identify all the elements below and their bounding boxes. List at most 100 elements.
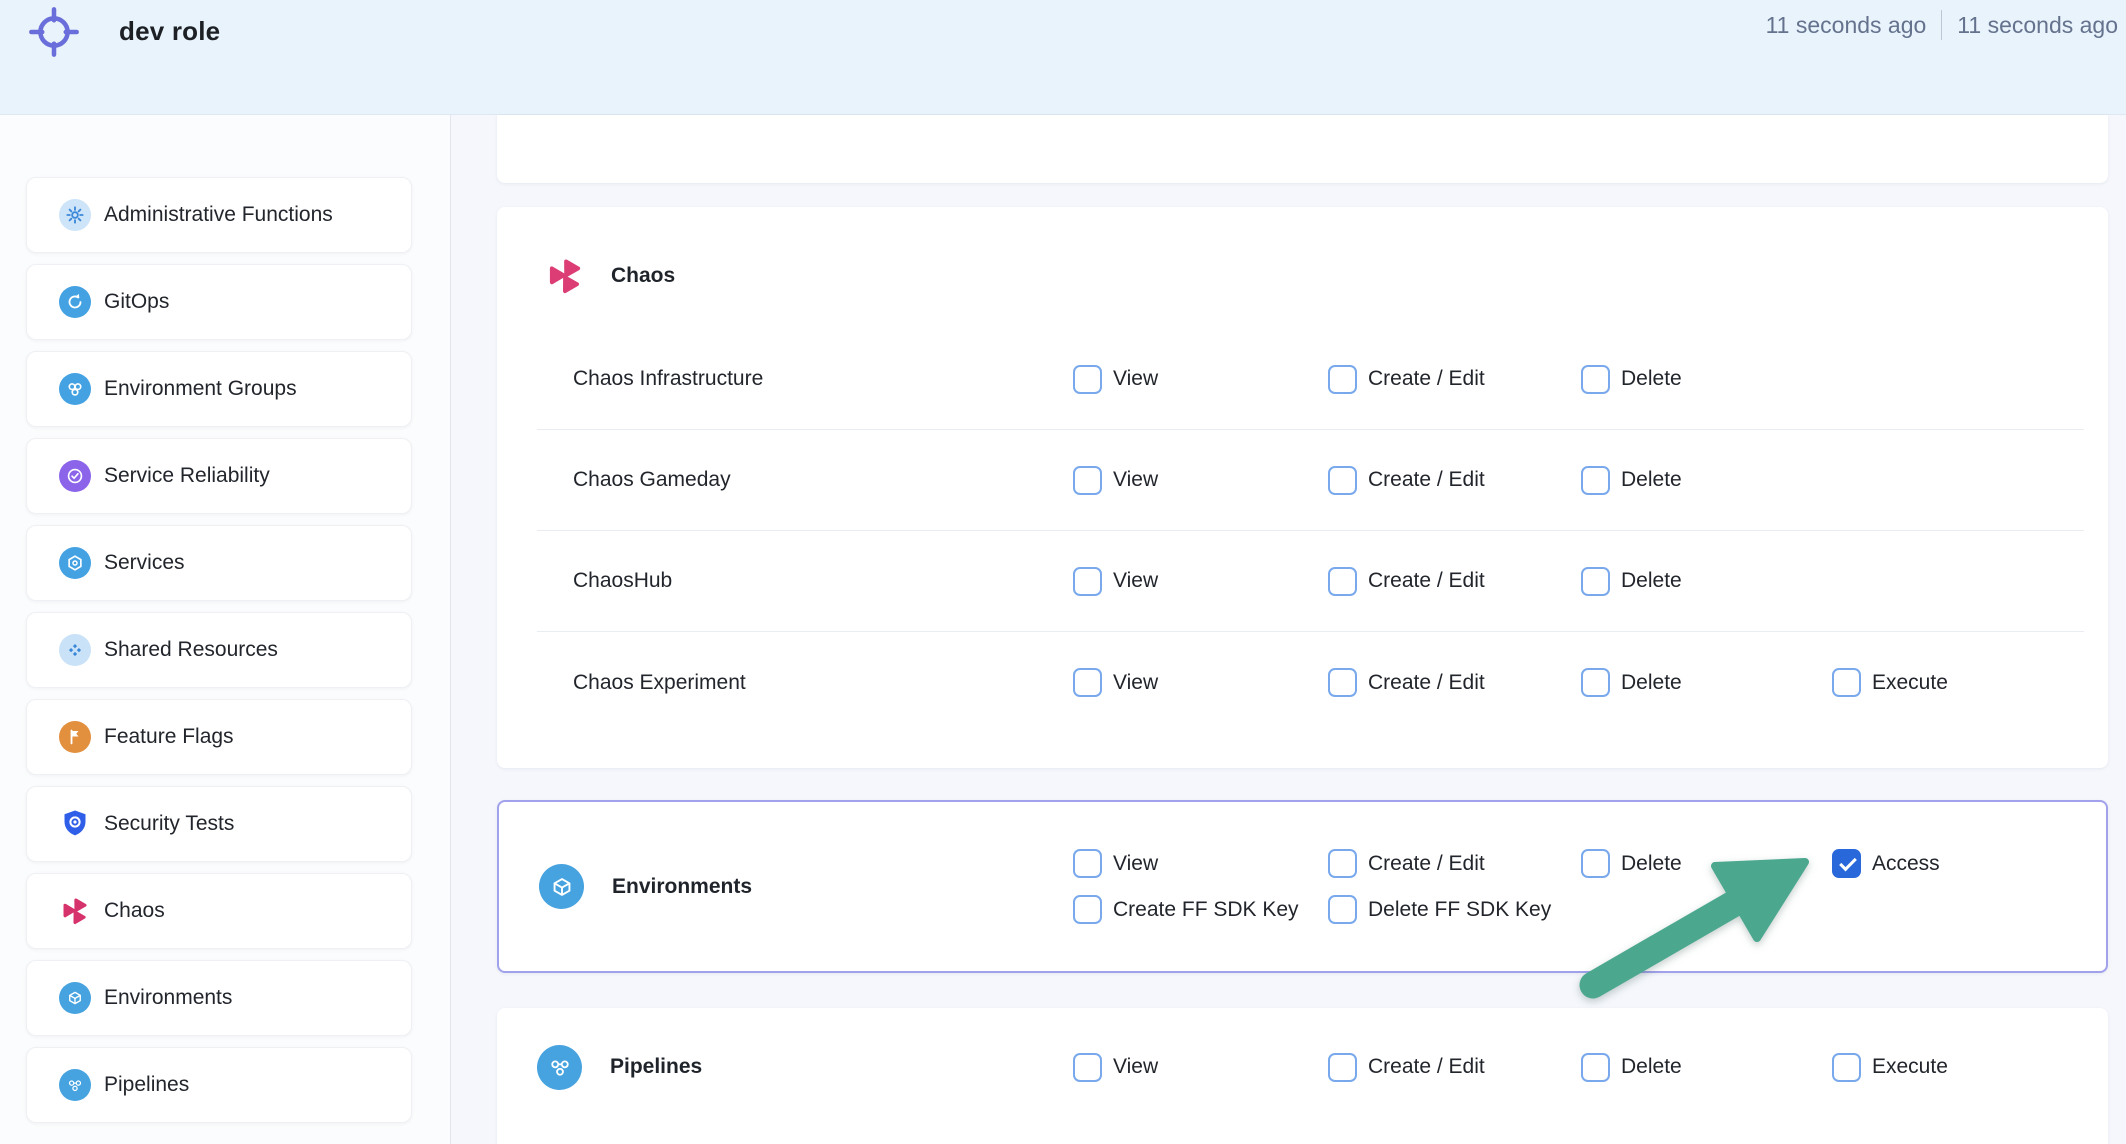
checkbox-icon[interactable] — [1328, 849, 1357, 878]
shared-resources-diamonds-icon — [59, 634, 91, 666]
permission-row-chaos-gameday: Chaos Gameday View Create / Edit Delete — [537, 430, 2084, 531]
environments-cube-icon — [59, 982, 91, 1014]
environments-cube-icon — [539, 864, 584, 909]
checkbox-icon[interactable] — [1581, 466, 1610, 495]
checkbox-icon[interactable] — [1328, 895, 1357, 924]
permission-checkbox-create-ff-sdk-key[interactable]: Create FF SDK Key — [1073, 895, 1328, 924]
updated-timestamp: 11 seconds ago — [1957, 12, 2118, 39]
sidebar-item-environments[interactable]: Environments — [26, 960, 412, 1036]
sidebar-item-label: Environments — [104, 986, 232, 1010]
checkbox-icon[interactable] — [1073, 365, 1102, 394]
permission-checkbox-create-edit[interactable]: Create / Edit — [1328, 466, 1581, 495]
checkbox-icon[interactable] — [1328, 466, 1357, 495]
sidebar-item-label: Administrative Functions — [104, 203, 333, 227]
permission-checkbox-delete[interactable]: Delete — [1581, 567, 1832, 596]
pipelines-chain-icon — [537, 1045, 582, 1090]
sidebar-item-security-tests[interactable]: Security Tests — [26, 786, 412, 862]
checkbox-icon[interactable] — [1581, 849, 1610, 878]
resource-sidebar: Administrative Functions GitOps Environm… — [0, 115, 451, 1144]
chaos-pinwheel-icon — [59, 895, 91, 927]
checkbox-icon[interactable] — [1073, 1053, 1102, 1082]
services-hexagon-icon — [59, 547, 91, 579]
gear-icon — [59, 199, 91, 231]
sidebar-item-feature-flags[interactable]: Feature Flags — [26, 699, 412, 775]
checkbox-icon[interactable] — [1832, 668, 1861, 697]
permission-checkbox-execute[interactable]: Execute — [1832, 1053, 2108, 1082]
permission-checkbox-execute[interactable]: Execute — [1832, 668, 2084, 697]
environment-groups-icon — [59, 373, 91, 405]
chaos-permission-rows: Chaos Infrastructure View Create / Edit … — [537, 329, 2084, 733]
pipelines-permissions: View Create / Edit Delete Execute — [1073, 1053, 2108, 1082]
permission-checkbox-view[interactable]: View — [1073, 567, 1328, 596]
content-area: Administrative Functions GitOps Environm… — [0, 115, 2126, 1144]
row-label: ChaosHub — [537, 569, 1073, 593]
permission-checkbox-create-edit[interactable]: Create / Edit — [1328, 849, 1581, 878]
sidebar-item-chaos[interactable]: Chaos — [26, 873, 412, 949]
checkbox-icon[interactable] — [1832, 1053, 1861, 1082]
checkbox-icon[interactable] — [1073, 668, 1102, 697]
security-shield-icon — [59, 808, 91, 840]
row-label: Chaos Infrastructure — [537, 367, 1073, 391]
checkbox-icon[interactable] — [1581, 567, 1610, 596]
permission-checkbox-view[interactable]: View — [1073, 849, 1328, 878]
permission-card-pipelines: Pipelines View Create / Edit Delete Exec… — [497, 1008, 2108, 1144]
permission-checkbox-view[interactable]: View — [1073, 1053, 1328, 1082]
sidebar-item-environment-groups[interactable]: Environment Groups — [26, 351, 412, 427]
sidebar-item-label: Security Tests — [104, 812, 234, 836]
chaos-pinwheel-icon — [544, 255, 586, 297]
role-permissions-page: dev role 11 seconds ago 11 seconds ago A… — [0, 0, 2126, 1144]
sidebar-item-service-reliability[interactable]: Service Reliability — [26, 438, 412, 514]
checkbox-icon[interactable] — [1328, 365, 1357, 394]
checkbox-icon[interactable] — [1328, 668, 1357, 697]
checkbox-icon[interactable] — [1073, 466, 1102, 495]
page-title: dev role — [119, 16, 220, 47]
row-label: Chaos Gameday — [537, 468, 1073, 492]
permission-checkbox-create-edit[interactable]: Create / Edit — [1328, 1053, 1581, 1082]
permission-checkbox-view[interactable]: View — [1073, 668, 1328, 697]
sidebar-item-label: Environment Groups — [104, 377, 297, 401]
permission-checkbox-create-edit[interactable]: Create / Edit — [1328, 567, 1581, 596]
permission-checkbox-delete[interactable]: Delete — [1581, 365, 1832, 394]
sidebar-item-shared-resources[interactable]: Shared Resources — [26, 612, 412, 688]
sidebar-item-label: Chaos — [104, 899, 165, 923]
checkbox-icon[interactable] — [1073, 895, 1102, 924]
permission-checkbox-delete[interactable]: Delete — [1581, 849, 1832, 878]
checkbox-icon[interactable] — [1073, 567, 1102, 596]
permission-checkbox-view[interactable]: View — [1073, 365, 1328, 394]
checkbox-icon[interactable] — [1581, 365, 1610, 394]
checkbox-icon[interactable] — [1581, 1053, 1610, 1082]
sidebar-item-label: Shared Resources — [104, 638, 278, 662]
environments-permission-line-1: View Create / Edit Delete Access — [1073, 849, 2106, 878]
checkbox-icon[interactable] — [1328, 1053, 1357, 1082]
feature-flags-flag-icon — [59, 721, 91, 753]
service-reliability-check-icon — [59, 460, 91, 492]
sidebar-item-label: Pipelines — [104, 1073, 189, 1097]
app-header: dev role 11 seconds ago 11 seconds ago — [0, 0, 2126, 115]
permission-card-chaos: Chaos Chaos Infrastructure View Create /… — [497, 207, 2108, 768]
permission-checkbox-delete[interactable]: Delete — [1581, 466, 1832, 495]
checkbox-icon[interactable] — [1328, 567, 1357, 596]
permission-checkbox-delete-ff-sdk-key[interactable]: Delete FF SDK Key — [1328, 895, 1581, 924]
permission-checkbox-access[interactable]: Access — [1832, 849, 2106, 878]
permission-checkbox-delete[interactable]: Delete — [1581, 1053, 1832, 1082]
checkbox-icon[interactable] — [1832, 849, 1861, 878]
sidebar-item-gitops[interactable]: GitOps — [26, 264, 412, 340]
permission-checkbox-create-edit[interactable]: Create / Edit — [1328, 365, 1581, 394]
permission-checkbox-create-edit[interactable]: Create / Edit — [1328, 668, 1581, 697]
sidebar-item-label: GitOps — [104, 290, 169, 314]
row-label: Chaos Experiment — [537, 671, 1073, 695]
sidebar-item-administrative-functions[interactable]: Administrative Functions — [26, 177, 412, 253]
timestamps: 11 seconds ago 11 seconds ago — [1766, 10, 2118, 40]
permission-checkbox-delete[interactable]: Delete — [1581, 668, 1832, 697]
checkbox-icon[interactable] — [1581, 668, 1610, 697]
sidebar-item-services[interactable]: Services — [26, 525, 412, 601]
permission-checkbox-view[interactable]: View — [1073, 466, 1328, 495]
sidebar-item-pipelines[interactable]: Pipelines — [26, 1047, 412, 1123]
gitops-sync-icon — [59, 286, 91, 318]
permission-card-environments: Environments View Create / Edit Delete A… — [497, 800, 2108, 973]
checkbox-icon[interactable] — [1073, 849, 1102, 878]
permissions-panel: Chaos Chaos Infrastructure View Create /… — [451, 115, 2126, 1144]
permission-row-chaoshub: ChaosHub View Create / Edit Delete — [537, 531, 2084, 632]
permission-row-chaos-infrastructure: Chaos Infrastructure View Create / Edit … — [537, 329, 2084, 430]
sidebar-item-label: Services — [104, 551, 185, 575]
